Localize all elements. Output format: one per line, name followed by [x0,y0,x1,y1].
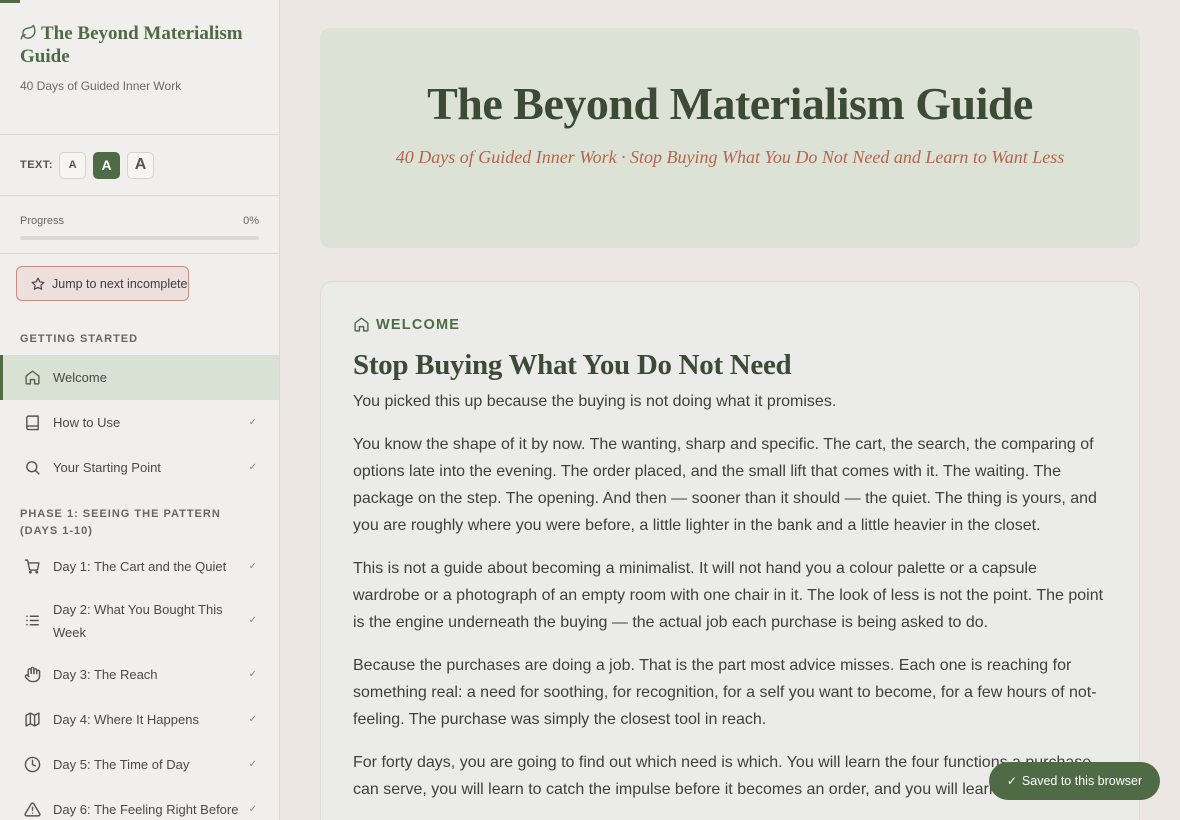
sidebar-item-welcome[interactable]: Welcome [0,355,279,400]
text-size-small-button[interactable]: A [59,151,87,179]
section-kicker: WELCOME [353,316,1107,333]
sidebar-item-day-6[interactable]: Day 6: The Feeling Right Before ✓ [0,787,279,820]
clock-icon [24,756,41,773]
check-icon: ✓ [248,561,257,572]
text-size-large-button[interactable]: A [127,151,155,179]
cart-icon [24,559,40,574]
sidebar-item-label: Day 5: The Time of Day [53,757,190,772]
main-content: The Beyond Materialism Guide 40 Days of … [281,0,1180,820]
progress-value: 0% [243,215,259,227]
sidebar: The Beyond Materialism Guide 40 Days of … [0,0,280,820]
check-icon: ✓ [248,714,257,725]
progress-label: Progress [20,215,65,227]
content-paragraph: Because the purchases are doing a job. T… [353,657,1097,728]
toast-label: Saved to this browser [1021,774,1143,788]
kicker-label: WELCOME [376,316,461,333]
sidebar-item-label: Day 4: Where It Happens [53,712,199,727]
sidebar-item-day-1[interactable]: Day 1: The Cart and the Quiet ✓ [0,544,279,589]
sidebar-item-day-3[interactable]: Day 3: The Reach ✓ [0,652,279,697]
book-icon [26,415,39,431]
hero-title: The Beyond Materialism Guide [427,78,1033,129]
sidebar-item-label: Day 2: What You Bought This Week [53,601,223,640]
section-label-phase-1: PHASE 1: SEEING THE PATTERN (DAYS 1-10) [20,508,221,537]
brand-title[interactable]: The Beyond Materialism Guide [20,22,259,68]
hero-subtitle: 40 Days of Guided Inner Work · Stop Buyi… [395,147,1065,167]
saved-toast: ✓ Saved to this browser [989,762,1160,800]
brand: The Beyond Materialism Guide 40 Days of … [0,0,279,135]
content-title: Stop Buying What You Do Not Need [353,349,792,381]
sidebar-item-label: Day 3: The Reach [53,667,158,682]
alert-icon [24,802,41,817]
section-label-getting-started: GETTING STARTED [20,333,139,345]
sidebar-item-your-starting-point[interactable]: Your Starting Point ✓ [0,445,279,490]
check-icon: ✓ [248,417,257,428]
home-icon [25,370,40,385]
sidebar-item-day-5[interactable]: Day 5: The Time of Day ✓ [0,742,279,787]
sidebar-item-label: Day 1: The Cart and the Quiet [53,559,227,574]
check-icon: ✓ [248,462,257,473]
sidebar-item-how-to-use[interactable]: How to Use ✓ [0,400,279,445]
search-icon [26,461,40,475]
sidebar-item-label: Day 6: The Feeling Right Before [53,802,239,817]
content-paragraph: You know the shape of it by now. The wan… [353,436,1097,534]
jump-to-next-incomplete-button[interactable]: Jump to next incomplete [16,266,189,301]
leaf-icon [20,24,36,40]
text-size-medium-button[interactable]: A [93,151,121,179]
hand-icon [24,666,41,683]
list-icon [26,615,39,626]
hero-banner: The Beyond Materialism Guide 40 Days of … [320,28,1140,248]
check-icon: ✓ [1006,774,1017,788]
jump-label: Jump to next incomplete [52,276,188,291]
progress-bar [20,236,259,240]
content-paragraph: You picked this up because the buying is… [353,393,837,410]
check-icon: ✓ [248,669,257,680]
star-icon [31,277,45,290]
top-accent [0,0,20,3]
sidebar-item-label: How to Use [53,415,121,430]
content-card: WELCOME Stop Buying What You Do Not Need… [320,281,1140,820]
sidebar-item-day-4[interactable]: Day 4: Where It Happens ✓ [0,697,279,742]
check-icon: ✓ [248,615,257,626]
check-icon: ✓ [248,804,257,815]
text-size-control: TEXT: A A A [0,135,279,196]
sidebar-item-label: Welcome [53,370,107,385]
check-icon: ✓ [248,759,257,770]
home-icon [354,317,369,332]
map-icon [25,712,40,727]
sidebar-item-day-2[interactable]: Day 2: What You Bought This Week ✓ [0,589,279,652]
content-paragraph: This is not a guide about becoming a min… [353,560,1104,631]
brand-subtitle: 40 Days of Guided Inner Work [20,79,182,93]
progress-section: Progress 0% [0,196,279,254]
text-size-label: TEXT: [20,159,54,171]
sidebar-item-label: Your Starting Point [53,460,161,475]
